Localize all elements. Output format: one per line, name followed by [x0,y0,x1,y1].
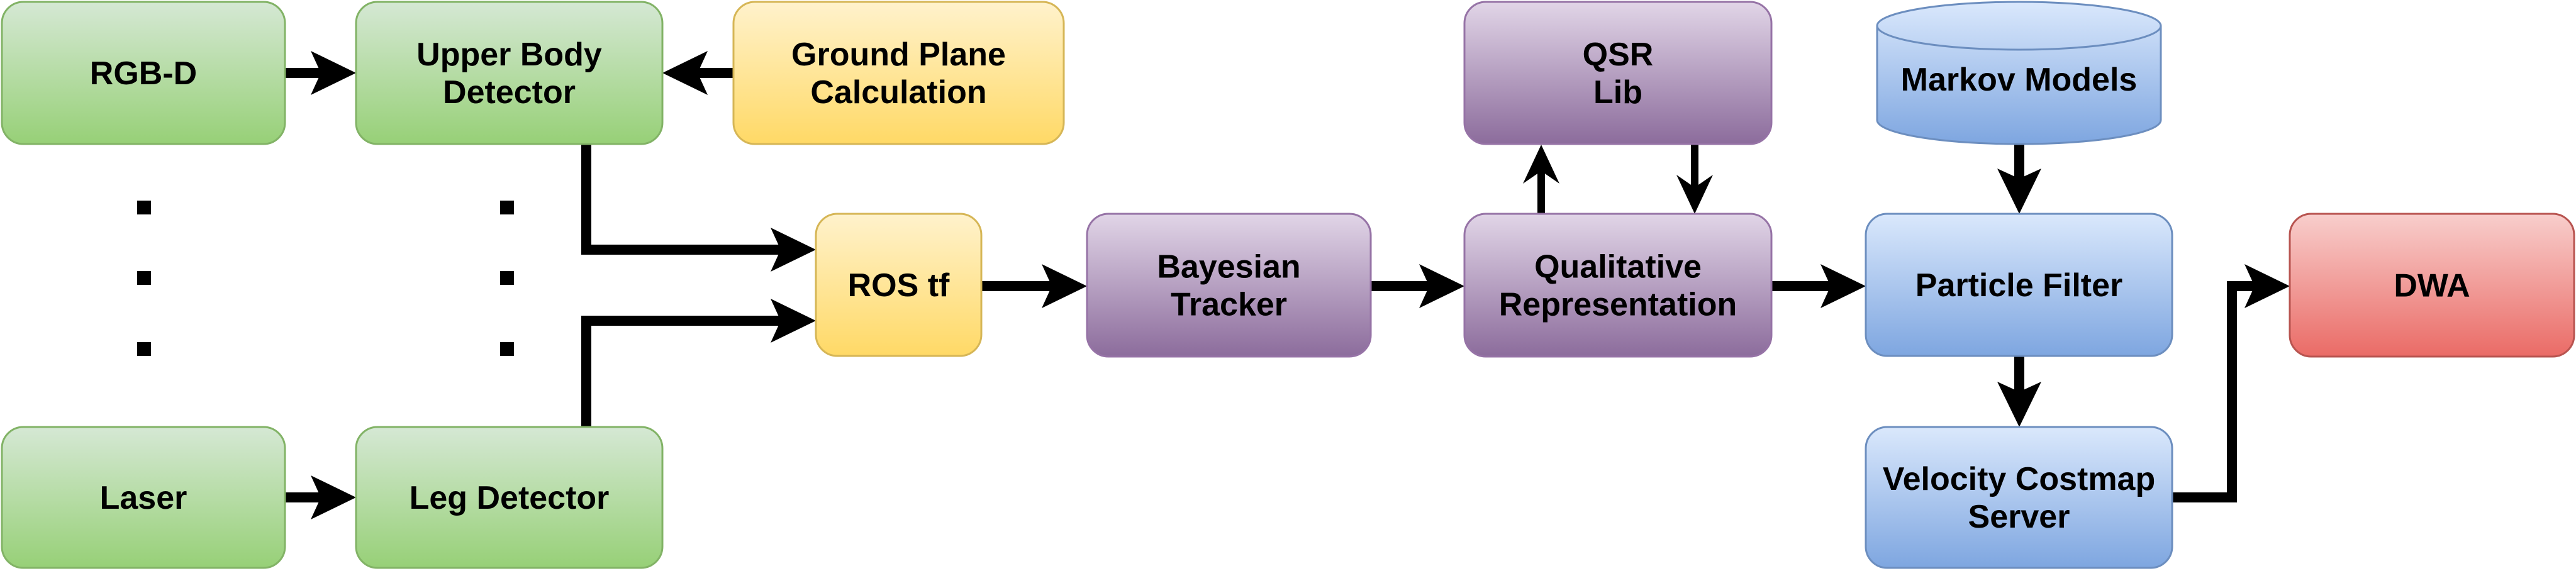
node-label: RGB-D [90,55,197,92]
node-label: Ground Plane [791,36,1006,73]
node-label: Server [1968,499,2070,535]
node-qsr-lib[interactable]: QSRLib [1463,1,1773,145]
edge-line [581,316,783,427]
node-markov-models[interactable]: Markov Models [1876,1,2162,145]
edge-laser-to-leg-detector [285,475,356,519]
node-label: Detector [443,74,576,111]
node-ros-tf[interactable]: ROS tf [815,213,983,357]
node-bayesian-tracker[interactable]: BayesianTracker [1086,213,1372,358]
ellipsis-dot [137,271,151,285]
node-label: Particle Filter [1915,267,2122,304]
node-label: Leg Detector [410,480,610,516]
node-label: Tracker [1171,287,1287,323]
node-label: Calculation [810,74,986,111]
node-box [355,1,664,145]
node-box [1463,1,1773,145]
edge-qualitative-rep-to-qsr-lib [1523,145,1559,214]
edge-qualitative-rep-to-particle-filter [1771,264,1866,308]
node-label: DWA [2394,268,2470,304]
node-velocity-costmap[interactable]: Velocity CostmapServer [1865,426,2173,569]
node-rgbd[interactable]: RGB-D [1,1,286,145]
node-label: Upper Body [416,36,602,73]
node-label: Lib [1593,74,1642,111]
node-particle-filter[interactable]: Particle Filter [1865,213,2173,357]
edge-rgbd-to-upper-body [285,51,356,95]
edge-qsr-lib-to-qualitative-rep [1676,145,1713,214]
vertical-ellipsis-icon [137,201,151,356]
edge-ground-plane-to-upper-body [662,51,733,95]
node-box [1865,426,2173,569]
node-dwa[interactable]: DWA [2289,213,2575,358]
node-label: QSR [1583,36,1654,73]
ellipsis-dot [137,201,151,214]
node-label: Markov Models [1901,62,2138,98]
edge-ros-tf-to-bayesian-tracker [981,264,1087,308]
node-leg-detector[interactable]: Leg Detector [355,426,664,569]
ellipsis-dot [500,201,514,214]
ellipsis-markers [137,201,514,356]
node-qualitative-rep[interactable]: QualitativeRepresentation [1463,213,1773,358]
node-label: Velocity Costmap [1883,461,2155,497]
node-laser[interactable]: Laser [1,426,286,569]
nodes-layer: RGB-D Upper BodyDetector Ground PlaneCalcu… [1,1,2575,569]
node-upper-body[interactable]: Upper BodyDetector [355,1,664,145]
node-box [732,1,1065,145]
node-ground-plane[interactable]: Ground PlaneCalculation [732,1,1065,145]
edge-bayesian-tracker-to-qualitative-rep [1371,264,1464,308]
edge-velocity-costmap-to-dwa [2172,264,2290,502]
node-box [1086,213,1372,358]
vertical-ellipsis-icon [500,201,514,356]
ellipsis-dot [137,342,151,356]
edge-particle-filter-to-velocity-costmap [1997,356,2041,427]
node-label: ROS tf [848,267,950,304]
edge-leg-detector-to-ros-tf [581,299,816,427]
node-label: Laser [100,480,187,516]
node-label: Qualitative [1534,249,1702,286]
ellipsis-dot [500,342,514,356]
pipeline-diagram: RGB-D Upper BodyDetector Ground PlaneCalcu… [1,1,2575,569]
edge-line [581,144,783,255]
node-label: Bayesian [1157,249,1300,286]
node-box [1463,213,1773,358]
ellipsis-dot [500,271,514,285]
edge-line [2172,281,2257,502]
edge-upper-body-to-ros-tf [581,144,816,272]
edge-markov-models-to-particle-filter [1997,145,2041,214]
node-label: Representation [1499,287,1737,323]
